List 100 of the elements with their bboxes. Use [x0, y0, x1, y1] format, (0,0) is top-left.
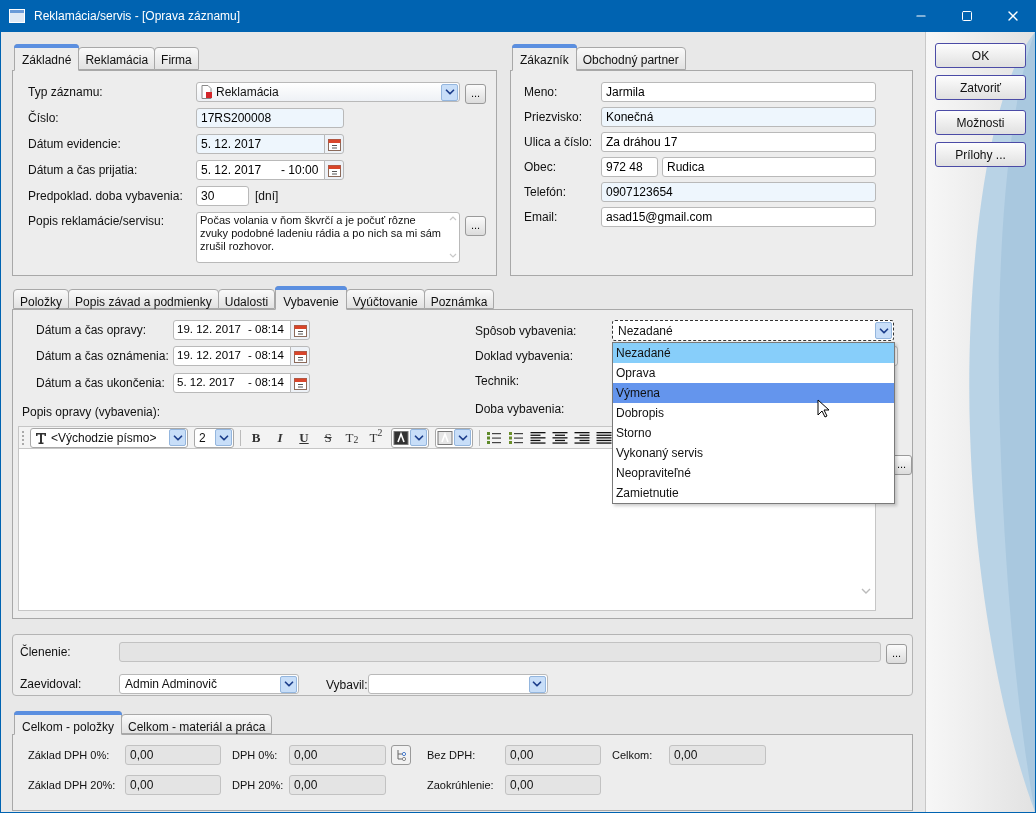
field-label: Telefón: — [524, 184, 568, 201]
font-combo[interactable]: <Východzie písmo> — [30, 427, 188, 448]
format-button[interactable]: I — [271, 428, 289, 447]
tab[interactable]: Reklamácia — [78, 47, 156, 70]
list-icon[interactable] — [508, 430, 524, 445]
more-button[interactable]: ... — [886, 643, 907, 664]
field-label: Technik: — [475, 372, 521, 390]
side-button[interactable]: OK — [935, 43, 1026, 68]
color-picker[interactable] — [435, 427, 473, 448]
calendar-button[interactable] — [290, 320, 310, 340]
format-button[interactable]: T$^{2}$ — [367, 428, 385, 447]
calendar-icon — [293, 376, 307, 390]
field-label: Dátum evidencie: — [28, 136, 122, 153]
dropdown-option[interactable]: Neopraviteľné — [613, 463, 894, 483]
calendar-button[interactable] — [324, 160, 344, 180]
dropdown-option[interactable]: Storno — [613, 423, 894, 443]
datetime-field[interactable]: 19. 12. 2017 - 08:14 — [173, 346, 291, 366]
field-label: Spôsob vybavenia: — [475, 322, 578, 340]
tab[interactable]: Položky — [13, 289, 70, 309]
tab[interactable]: Zákazník — [512, 44, 577, 71]
date-field[interactable]: 5. 12. 2017 - 10:00 — [196, 160, 325, 180]
text-field[interactable]: Za dráhou 17 — [601, 132, 876, 152]
calendar-icon — [327, 163, 341, 177]
tab[interactable]: Obchodný partner — [575, 47, 686, 70]
tab[interactable]: Popis závad a podmienky — [68, 289, 219, 309]
text-field[interactable]: Jarmila — [601, 82, 876, 102]
dropdown-option[interactable]: Výmena — [613, 383, 894, 403]
description-field[interactable]: Počas volania v ňom škvrčí a je počuť rôzne zvuky podobné ladeniu rádia a po nich sa mi sám zrušil rozhovor. — [196, 212, 460, 263]
format-button[interactable]: B — [247, 428, 265, 447]
datetime-field[interactable]: 5. 12. 2017 - 08:14 — [173, 373, 291, 393]
dropdown-option[interactable]: Nezadané — [613, 343, 894, 363]
field-label: Obec: — [524, 159, 557, 176]
description-label: Popis opravy (vybavenia): — [22, 404, 161, 421]
tab[interactable]: Celkom - položky — [14, 711, 123, 735]
text-field[interactable]: 0907123654 — [601, 182, 876, 202]
calendar-button[interactable] — [290, 373, 310, 393]
more-button[interactable]: ... — [465, 83, 486, 104]
calendar-button[interactable] — [290, 346, 310, 366]
unit-label: [dní] — [255, 188, 279, 205]
text-field[interactable]: 17RS200008 — [196, 108, 344, 128]
side-button[interactable]: Zatvoriť — [935, 75, 1026, 100]
calendar-icon — [327, 137, 341, 151]
align-icon[interactable] — [552, 430, 568, 445]
field-label: Meno: — [524, 84, 559, 101]
color-picker[interactable] — [391, 427, 429, 448]
classification-field[interactable] — [119, 642, 881, 662]
amount-field: 0,00 — [669, 745, 766, 765]
color-swatch-icon — [393, 430, 409, 445]
date-field[interactable]: 5. 12. 2017 — [196, 134, 325, 154]
method-combo[interactable]: Nezadané — [612, 320, 894, 341]
dropdown-option[interactable]: Oprava — [613, 363, 894, 383]
color-swatch-icon — [437, 430, 453, 445]
align-icon[interactable] — [530, 430, 546, 445]
dropdown-option[interactable]: Dobropis — [613, 403, 894, 423]
datetime-field[interactable]: 19. 12. 2017 - 08:14 — [173, 320, 291, 340]
format-button[interactable]: S — [319, 428, 337, 447]
tab[interactable]: Poznámka — [423, 289, 495, 309]
side-button[interactable]: Prílohy ... — [935, 142, 1026, 167]
calendar-icon — [293, 349, 307, 363]
record-type-combo[interactable]: Reklamácia — [196, 82, 460, 102]
breakdown-button[interactable] — [391, 745, 411, 765]
city-field[interactable]: Rudica — [662, 157, 876, 177]
text-field[interactable]: Konečná — [601, 107, 876, 127]
amount-field: 0,00 — [125, 745, 221, 765]
font-icon — [35, 431, 47, 444]
field-label: Typ záznamu: — [28, 84, 104, 101]
calendar-button[interactable] — [324, 134, 344, 154]
field-label: Dátum a čas opravy: — [36, 322, 148, 339]
more-button[interactable]: ... — [465, 215, 486, 236]
tab[interactable]: Udalosti — [217, 289, 276, 309]
tab[interactable]: Vyúčtovanie — [345, 289, 425, 309]
align-icon[interactable] — [574, 430, 590, 445]
days-field[interactable]: 30 — [196, 186, 249, 206]
tab[interactable]: Celkom - materiál a práca — [121, 714, 273, 734]
calendar-icon — [293, 323, 307, 337]
handled-by-combo[interactable] — [367, 674, 548, 694]
field-label: Celkom: — [612, 747, 654, 763]
amount-field: 0,00 — [505, 775, 601, 795]
field-label: Vybavil: — [326, 678, 368, 692]
dropdown-option[interactable]: Zamietnutie — [613, 483, 894, 503]
dropdown-option[interactable]: Vykonaný servis — [613, 443, 894, 463]
side-button[interactable]: Možnosti — [935, 110, 1026, 135]
tab[interactable]: Vybavenie — [275, 286, 347, 310]
text-field[interactable]: asad15@gmail.com — [601, 207, 876, 227]
align-icon[interactable] — [596, 430, 612, 445]
amount-field: 0,00 — [289, 745, 386, 765]
field-label: Email: — [524, 209, 559, 226]
field-label: Zaevidoval: — [20, 676, 83, 693]
tab[interactable]: Základné — [14, 44, 80, 71]
format-button[interactable]: U — [295, 428, 313, 447]
field-label: Ulica a číslo: — [524, 134, 594, 151]
tab[interactable]: Firma — [154, 47, 199, 70]
size-combo[interactable]: 2 — [194, 427, 234, 448]
amount-field: 0,00 — [125, 775, 221, 795]
registered-by-combo[interactable]: Admin Adminovič — [119, 674, 299, 694]
mouse-cursor-icon — [817, 399, 830, 418]
format-button[interactable]: T$_{2}$ — [343, 428, 361, 447]
zip-field[interactable]: 972 48 — [601, 157, 658, 177]
field-label: Dátum a čas ukončenia: — [36, 375, 166, 392]
list-icon[interactable] — [486, 430, 502, 445]
